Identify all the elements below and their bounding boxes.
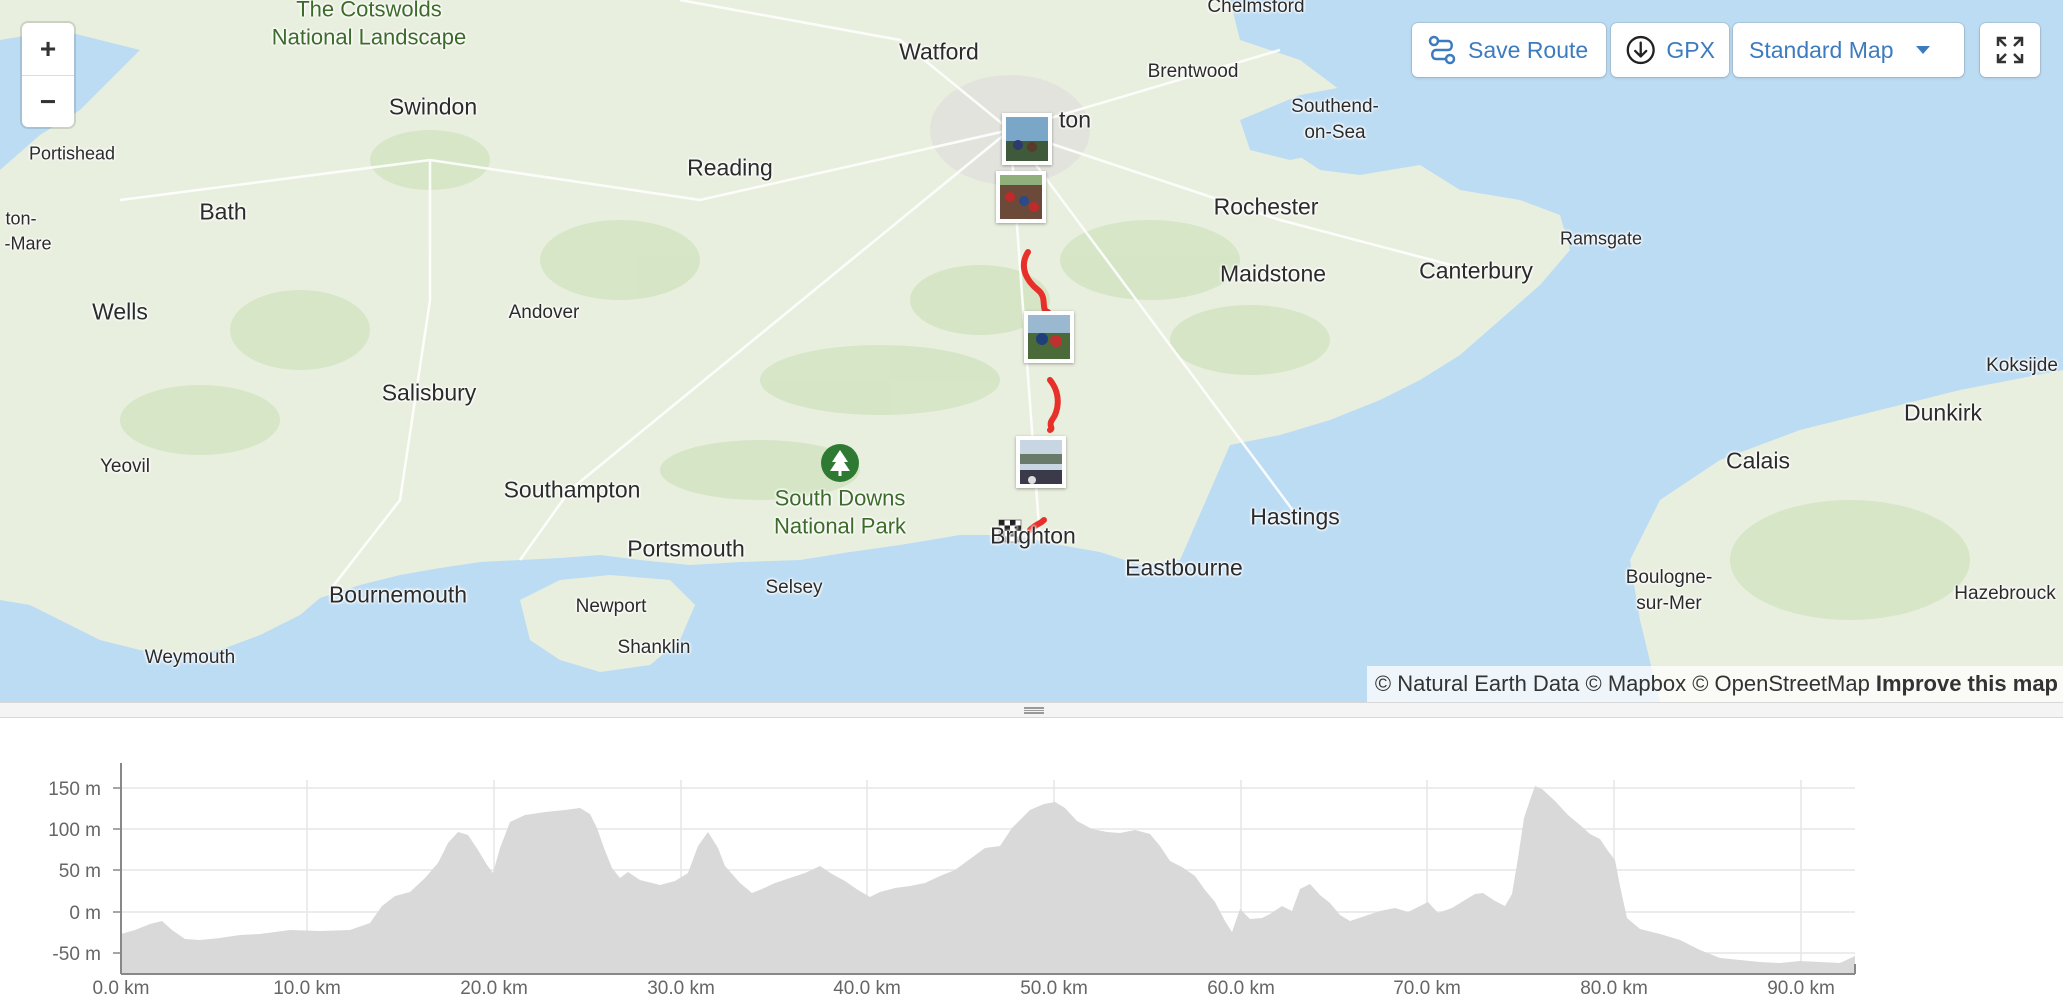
x-tick-label: 40.0 km xyxy=(833,978,901,999)
place-label: Brentwood xyxy=(1147,61,1239,82)
fullscreen-button[interactable] xyxy=(1980,23,2040,77)
chevron-down-icon xyxy=(1916,46,1931,54)
place-label: Reading xyxy=(687,154,773,181)
elevation-profile[interactable]: 150 m 100 m 50 m 0 m -50 m 0.0 km 10.0 k… xyxy=(0,718,2063,1004)
place-label: ton- xyxy=(5,208,37,229)
place-label: Southampton xyxy=(503,476,641,503)
x-tick-label: 10.0 km xyxy=(273,978,341,999)
save-route-label: Save Route xyxy=(1468,36,1589,63)
place-label: Chelmsford xyxy=(1207,0,1305,17)
place-label: Maidstone xyxy=(1219,260,1327,287)
place-label: The Cotswolds xyxy=(296,0,442,22)
place-label: Swindon xyxy=(388,93,478,120)
place-label: Salisbury xyxy=(381,379,477,406)
route-photo-marker[interactable] xyxy=(1024,311,1074,363)
zoom-control: + − xyxy=(22,23,74,127)
place-label: Koksijde xyxy=(1986,355,2058,376)
x-tick-label: 50.0 km xyxy=(1020,978,1088,999)
y-axis-labels: 150 m 100 m 50 m 0 m -50 m xyxy=(48,779,101,965)
x-tick-label: 0.0 km xyxy=(92,978,149,999)
zoom-in-button[interactable]: + xyxy=(22,23,74,75)
place-label: Brighton xyxy=(990,522,1076,549)
place-label: Bournemouth xyxy=(328,581,468,608)
y-tick-label: 0 m xyxy=(69,903,101,924)
panel-resize-handle[interactable] xyxy=(0,702,2063,718)
place-label: Dunkirk xyxy=(1904,399,1982,426)
improve-map-link[interactable]: Improve this map xyxy=(1876,671,2058,697)
place-label: on-Sea xyxy=(1304,122,1366,143)
place-label: Watford xyxy=(899,38,979,65)
y-tick-label: 100 m xyxy=(48,820,101,841)
place-label: Ramsgate xyxy=(1559,228,1643,249)
download-icon xyxy=(1626,35,1655,65)
map-view[interactable]: The Cotswolds National Landscape Chelmsf… xyxy=(0,0,2063,702)
place-label: Hastings xyxy=(1250,503,1340,530)
x-tick-label: 30.0 km xyxy=(647,978,715,999)
fullscreen-icon xyxy=(1996,36,2024,64)
place-label: Portsmouth xyxy=(627,535,745,562)
route-icon xyxy=(1428,35,1456,65)
gpx-download-button[interactable]: GPX xyxy=(1611,23,1729,77)
gpx-label: GPX xyxy=(1666,36,1715,63)
place-label: Boulogne- xyxy=(1625,567,1713,588)
x-tick-label: 80.0 km xyxy=(1580,978,1648,999)
route-photo-marker[interactable] xyxy=(1002,113,1052,165)
x-tick-label: 90.0 km xyxy=(1767,978,1835,999)
place-label: Hazebrouck xyxy=(1954,583,2056,604)
x-tick-label: 20.0 km xyxy=(460,978,528,999)
attribution-text[interactable]: © Natural Earth Data © Mapbox © OpenStre… xyxy=(1375,671,1870,697)
place-label: Eastbourne xyxy=(1125,554,1243,581)
place-label: Portishead xyxy=(28,143,116,164)
place-label: Calais xyxy=(1726,447,1790,474)
map-attribution: © Natural Earth Data © Mapbox © OpenStre… xyxy=(1366,666,2063,702)
place-label: Selsey xyxy=(765,577,823,598)
place-label: Yeovil xyxy=(99,456,151,477)
place-label: Bath xyxy=(199,198,247,225)
y-tick-label: -50 m xyxy=(52,944,101,965)
x-axis-labels: 0.0 km 10.0 km 20.0 km 30.0 km 40.0 km 5… xyxy=(92,978,1834,999)
y-tick-label: 50 m xyxy=(59,861,101,882)
place-label: Weymouth xyxy=(144,647,236,668)
drag-handle-icon[interactable] xyxy=(1024,707,1044,714)
route-photo-marker[interactable] xyxy=(996,171,1046,223)
route-photo-marker[interactable] xyxy=(1016,436,1066,488)
map-style-select[interactable]: Standard Map xyxy=(1733,23,1964,77)
place-label: Andover xyxy=(508,302,580,323)
place-label: Wells xyxy=(92,298,148,325)
place-label: Canterbury xyxy=(1419,257,1533,284)
place-label: sur-Mer xyxy=(1636,593,1702,614)
save-route-button[interactable]: Save Route xyxy=(1412,23,1606,77)
y-tick-label: 150 m xyxy=(48,779,101,800)
elevation-area xyxy=(121,786,1855,974)
place-label: National Park xyxy=(773,513,907,539)
profile-ticks xyxy=(113,787,121,954)
x-tick-label: 70.0 km xyxy=(1393,978,1461,999)
place-label: South Downs xyxy=(774,485,906,511)
place-label: Rochester xyxy=(1213,193,1319,220)
place-label: Southend- xyxy=(1291,96,1379,117)
place-label: Shanklin xyxy=(617,637,691,658)
park-tree-icon xyxy=(821,444,859,482)
x-tick-label: 60.0 km xyxy=(1207,978,1275,999)
place-label: Newport xyxy=(575,596,647,617)
place-label: National Landscape xyxy=(271,24,467,50)
place-label: ton xyxy=(1059,106,1091,133)
zoom-out-button[interactable]: − xyxy=(22,75,74,127)
map-style-label: Standard Map xyxy=(1749,36,1894,63)
place-label: -Mare xyxy=(4,233,52,254)
